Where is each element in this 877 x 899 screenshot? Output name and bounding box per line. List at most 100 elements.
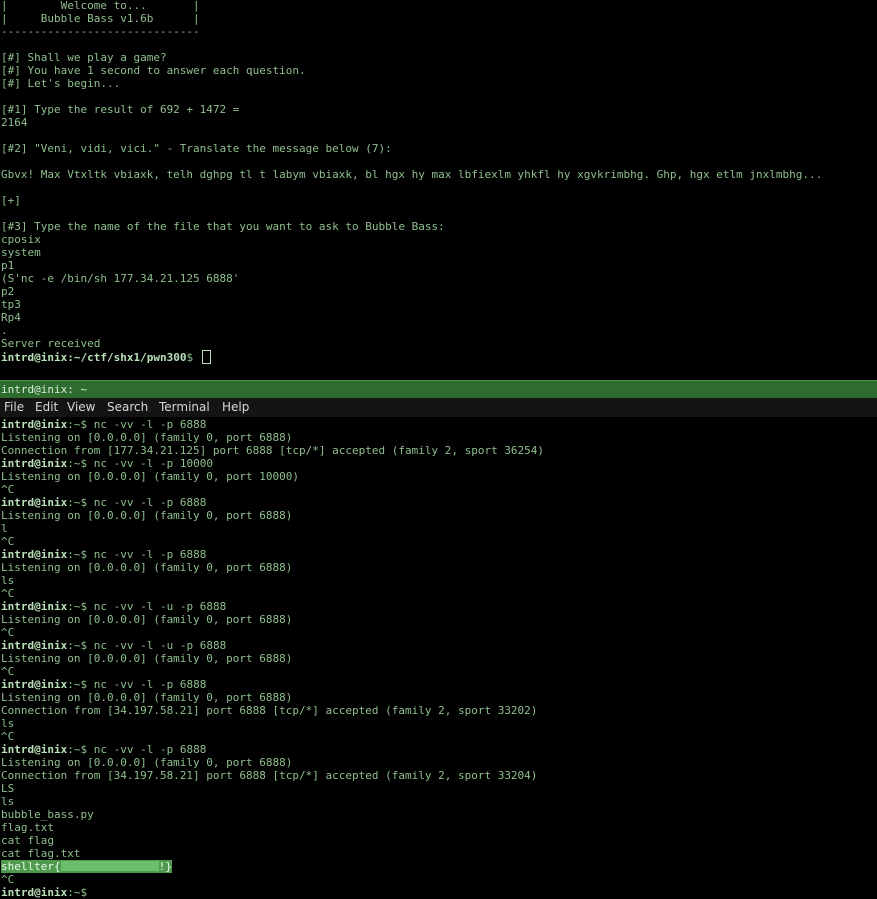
output-line: ^C	[1, 873, 15, 886]
output-line: ^C	[1, 730, 15, 743]
flag-suffix: !}	[158, 860, 172, 873]
question-2: [#2] "Veni, vidi, vici." - Translate the…	[1, 142, 392, 155]
bottom-terminal-output: intrd@inix:~$ nc -vv -l -p 6888 Listening…	[1, 418, 544, 899]
prompt-user: intrd@inix	[1, 418, 68, 431]
menu-help[interactable]: Help	[222, 398, 249, 417]
prompt-suffix: :~$	[67, 639, 88, 652]
prompt-suffix: :~$	[67, 457, 88, 470]
prompt-user: intrd@inix	[1, 457, 68, 470]
window-title: intrd@inix: ~	[1, 383, 88, 396]
output-line: Connection from [177.34.21.125] port 688…	[1, 444, 545, 457]
question-3: [#3] Type the name of the file that you …	[1, 220, 445, 233]
output-line: l	[1, 522, 8, 535]
question-1: [#1] Type the result of 692 + 1472 =	[1, 103, 240, 116]
payload-line: p2	[1, 285, 15, 298]
output-line: ^C	[1, 665, 15, 678]
answer-1: 2164	[1, 116, 28, 129]
command-text: nc -vv -l -u -p 6888	[93, 600, 227, 613]
top-terminal-pane[interactable]: | Welcome to... | | Bubble Bass v1.6b | …	[0, 0, 877, 380]
output-line: Connection from [34.197.58.21] port 6888…	[1, 704, 538, 717]
output-line: ^C	[1, 483, 15, 496]
menu-edit[interactable]: Edit	[35, 398, 58, 417]
output-line: ^C	[1, 626, 15, 639]
command-line: intrd@inix:~$ nc -vv -l -p 6888	[1, 418, 544, 431]
cursor[interactable]	[201, 350, 211, 364]
payload-line: Rp4	[1, 311, 21, 324]
output-line: Listening on [0.0.0.0] (family 0, port 6…	[1, 509, 293, 522]
command-line: intrd@inix:~$ nc -vv -l -u -p 6888	[1, 639, 544, 652]
command-text: nc -vv -l -p 6888	[93, 678, 207, 691]
prompt-user: intrd@inix	[1, 351, 68, 364]
bottom-terminal-pane[interactable]: intrd@inix:~$ nc -vv -l -p 6888 Listening…	[0, 418, 877, 899]
command-line: intrd@inix:~$ nc -vv -l -p 6888	[1, 548, 544, 561]
prompt-user: intrd@inix	[1, 496, 68, 509]
command-text: nc -vv -l -p 6888	[93, 743, 207, 756]
output-line: Listening on [0.0.0.0] (family 0, port 6…	[1, 561, 293, 574]
flag-line: shellter{!}	[1, 860, 544, 873]
menu-file[interactable]: File	[4, 398, 24, 417]
payload-line: p1	[1, 259, 15, 272]
prompt-user: intrd@inix	[1, 886, 68, 899]
top-terminal-output: | Welcome to... | | Bubble Bass v1.6b | …	[1, 0, 822, 364]
output-line: bubble_bass.py	[1, 808, 94, 821]
menu-view[interactable]: View	[67, 398, 95, 417]
prompt-suffix: :~$	[67, 678, 88, 691]
output-line: LS	[1, 782, 15, 795]
output-line: ls	[1, 795, 15, 808]
prompt-suffix: :~$	[67, 743, 88, 756]
progress-marker: [+]	[1, 194, 21, 207]
command-line: intrd@inix:~$ nc -vv -l -p 6888	[1, 496, 544, 509]
command-text: nc -vv -l -p 6888	[93, 548, 207, 561]
menu-terminal[interactable]: Terminal	[159, 398, 210, 417]
output-line: ^C	[1, 535, 15, 548]
payload-line: system	[1, 246, 41, 259]
banner-line: | Welcome to... |	[1, 0, 200, 12]
payload-line: tp3	[1, 298, 21, 311]
menu-search[interactable]: Search	[107, 398, 148, 417]
command-line: intrd@inix:~$ nc -vv -l -u -p 6888	[1, 600, 544, 613]
output-line: ^C	[1, 587, 15, 600]
output-line: flag.txt	[1, 821, 54, 834]
redacted-flag	[60, 861, 159, 871]
prompt-suffix: $	[186, 351, 200, 364]
output-line: cat flag	[1, 834, 54, 847]
output-line: Listening on [0.0.0.0] (family 0, port 6…	[1, 756, 293, 769]
output-line: Listening on [0.0.0.0] (family 0, port 6…	[1, 613, 293, 626]
intro-line: [#] You have 1 second to answer each que…	[1, 64, 306, 77]
output-line: ls	[1, 574, 15, 587]
prompt-user: intrd@inix	[1, 600, 68, 613]
prompt-suffix: :~$	[67, 548, 88, 561]
command-text: nc -vv -l -p 6888	[93, 418, 207, 431]
shell-prompt-line: intrd@inix:~/ctf/shx1/pwn300$	[1, 350, 822, 364]
flag-prefix: shellter{	[1, 860, 61, 873]
prompt-suffix: :~$	[67, 600, 88, 613]
banner-line: ------------------------------	[1, 25, 200, 38]
command-line: intrd@inix:~$	[1, 886, 544, 899]
command-line: intrd@inix:~$ nc -vv -l -p 6888	[1, 743, 544, 756]
window-title-bar[interactable]: intrd@inix: ~	[0, 380, 877, 398]
prompt-user: intrd@inix	[1, 743, 68, 756]
prompt-user: intrd@inix	[1, 548, 68, 561]
output-line: Listening on [0.0.0.0] (family 0, port 1…	[1, 470, 300, 483]
command-line: intrd@inix:~$ nc -vv -l -p 10000	[1, 457, 544, 470]
menu-bar: File Edit View Search Terminal Help	[0, 398, 877, 417]
banner-line: | Bubble Bass v1.6b |	[1, 12, 200, 25]
output-line: Listening on [0.0.0.0] (family 0, port 6…	[1, 431, 293, 444]
intro-line: [#] Let's begin...	[1, 77, 121, 90]
command-text: nc -vv -l -p 6888	[93, 496, 207, 509]
prompt-suffix: :~$	[67, 418, 88, 431]
output-line: Listening on [0.0.0.0] (family 0, port 6…	[1, 652, 293, 665]
prompt-user: intrd@inix	[1, 678, 68, 691]
output-line: Listening on [0.0.0.0] (family 0, port 6…	[1, 691, 293, 704]
prompt-suffix: :~$	[67, 496, 88, 509]
server-received: Server received	[1, 337, 101, 350]
intro-line: [#] Shall we play a game?	[1, 51, 167, 64]
command-line: intrd@inix:~$ nc -vv -l -p 6888	[1, 678, 544, 691]
prompt-path: :~/ctf/shx1/pwn300	[67, 351, 187, 364]
payload-line: cposix	[1, 233, 41, 246]
